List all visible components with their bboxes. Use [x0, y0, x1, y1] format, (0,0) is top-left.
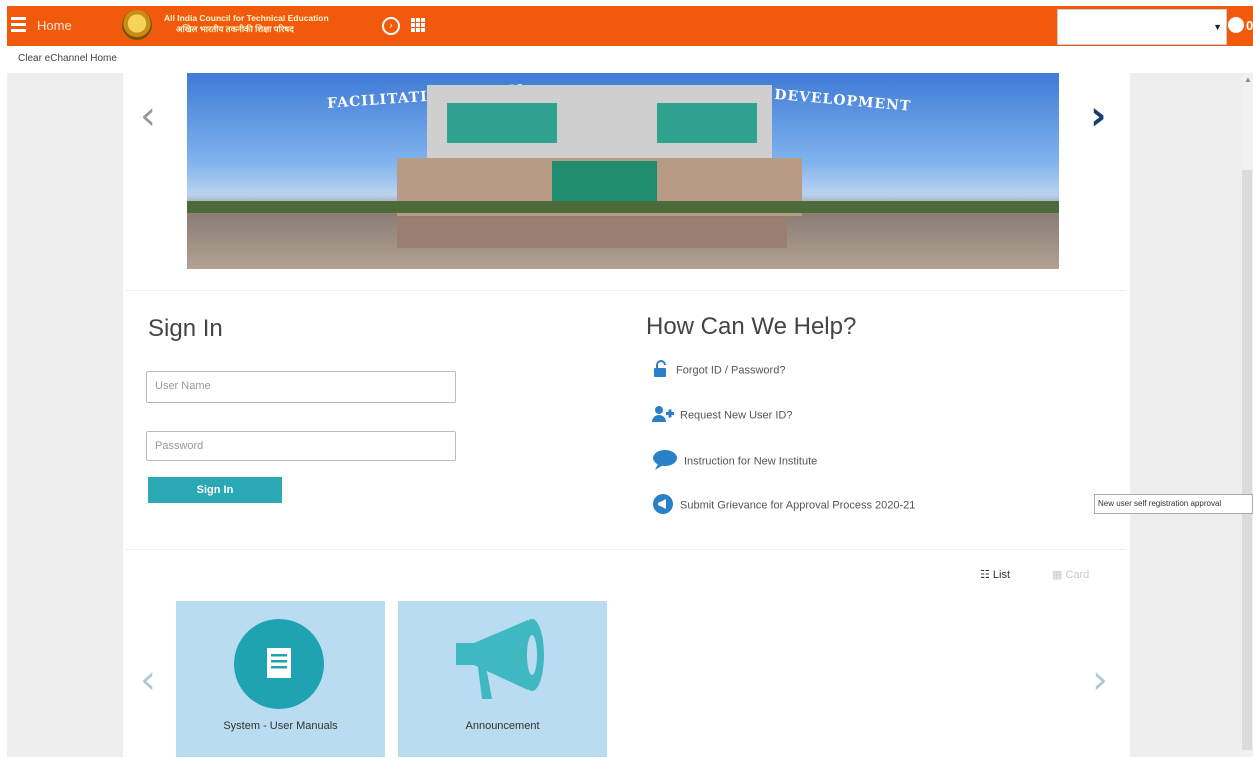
left-gutter — [7, 73, 123, 757]
help-title: How Can We Help? — [646, 313, 857, 340]
document-icon — [234, 619, 324, 709]
menu-icon[interactable] — [11, 17, 26, 33]
chat-bubble-icon — [652, 449, 678, 474]
password-input[interactable]: Password — [146, 431, 456, 461]
building-window — [447, 103, 557, 143]
tile-announcement[interactable] — [398, 601, 607, 757]
submit-grievance-link[interactable]: Submit Grievance for Approval Process 20… — [652, 493, 915, 518]
signin-title: Sign In — [148, 315, 223, 342]
help-item-label: Instruction for New Institute — [684, 455, 818, 468]
aicte-logo — [122, 10, 152, 40]
signin-section — [126, 290, 1126, 546]
help-item-label: Request New User ID? — [680, 409, 793, 422]
signin-button[interactable]: Sign In — [148, 477, 282, 503]
notification-icon[interactable] — [1228, 17, 1244, 33]
organization-name: All India Council for Technical Educatio… — [164, 13, 329, 35]
tile-user-manuals-label: System - User Manuals — [223, 720, 338, 732]
unlock-icon — [652, 360, 670, 381]
megaphone-icon — [652, 493, 674, 518]
scrollbar-thumb[interactable] — [1242, 170, 1252, 750]
right-gutter — [1130, 73, 1253, 757]
language-select[interactable]: ▼ — [1057, 9, 1227, 45]
tiles-prev-icon[interactable]: ‹ — [140, 660, 156, 700]
tile-announcement-label: Announcement — [465, 720, 540, 732]
help-item-label: Forgot ID / Password? — [676, 364, 786, 377]
card-view-toggle[interactable]: ▦ Card — [1052, 568, 1089, 581]
home-link[interactable]: Home — [37, 18, 72, 33]
scroll-up-icon[interactable]: ▲ — [1244, 75, 1252, 84]
megaphone-icon — [456, 619, 544, 699]
dropdown-caret-icon: ▼ — [1213, 22, 1222, 32]
tooltip: New user self registration approval — [1094, 494, 1253, 514]
tile-user-manuals[interactable] — [176, 601, 385, 757]
add-user-icon — [652, 405, 674, 426]
username-input[interactable]: User Name — [146, 371, 456, 403]
notification-count: 0 — [1246, 18, 1253, 33]
banner-image: FACILITATING TECHN OTE DEVELOPMENT — [187, 73, 1059, 269]
breadcrumb[interactable]: Clear eChannel Home — [18, 53, 117, 64]
help-item-label: Submit Grievance for Approval Process 20… — [680, 499, 916, 512]
list-view-label: List — [992, 569, 1011, 581]
org-name-english: All India Council for Technical Educatio… — [164, 13, 329, 23]
tiles-next-icon[interactable]: › — [1092, 660, 1108, 700]
tree-line — [187, 201, 1059, 213]
card-icon: ▦ — [1052, 569, 1066, 581]
request-user-id-link[interactable]: Request New User ID? — [652, 405, 793, 426]
banner-prev-icon[interactable]: ‹ — [140, 96, 156, 136]
apps-grid-icon[interactable] — [411, 18, 425, 32]
list-view-toggle[interactable]: ☷ List — [980, 568, 1010, 581]
building-window — [657, 103, 757, 143]
org-name-hindi: अखिल भारतीय तकनीकी शिक्षा परिषद — [176, 24, 294, 34]
plaza — [397, 218, 787, 248]
forgot-password-link[interactable]: Forgot ID / Password? — [652, 360, 785, 381]
banner-next-icon[interactable]: › — [1090, 96, 1106, 136]
arrow-circle-icon[interactable]: › — [382, 17, 400, 35]
new-institute-instruction-link[interactable]: Instruction for New Institute — [652, 449, 817, 474]
top-bar: Home All India Council for Technical Edu… — [7, 6, 1253, 46]
card-view-label: Card — [1065, 569, 1090, 581]
list-icon: ☷ — [980, 569, 993, 581]
